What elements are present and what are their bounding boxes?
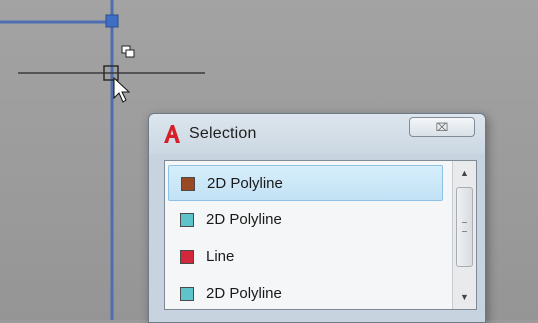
- scroll-down-icon[interactable]: ▼: [456, 289, 473, 305]
- list-item-label: 2D Polyline: [207, 175, 283, 192]
- color-swatch: [181, 177, 195, 191]
- dialog-title: Selection: [189, 125, 257, 142]
- list-item[interactable]: Line: [168, 239, 443, 275]
- list-item[interactable]: 2D Polyline: [168, 276, 443, 309]
- list-item[interactable]: 2D Polyline: [168, 165, 443, 201]
- scroll-up-icon[interactable]: ▲: [456, 165, 473, 181]
- color-swatch: [180, 250, 194, 264]
- close-button[interactable]: ⌧: [409, 117, 475, 137]
- list-item-label: 2D Polyline: [206, 285, 282, 302]
- scroll-thumb[interactable]: [456, 187, 473, 267]
- color-swatch: [180, 287, 194, 301]
- list-item-label: Line: [206, 248, 235, 265]
- mouse-cursor-icon: [113, 76, 131, 103]
- selection-cycling-badge-icon: [121, 45, 135, 58]
- list-item[interactable]: 2D Polyline: [168, 202, 443, 238]
- dialog-titlebar[interactable]: Selection ⌧: [149, 114, 485, 154]
- close-icon: ⌧: [435, 122, 449, 134]
- list-item-label: 2D Polyline: [206, 211, 282, 228]
- vertical-scrollbar[interactable]: ▲ ▼: [452, 161, 476, 309]
- autocad-a-icon: [164, 125, 180, 143]
- selection-dialog: Selection ⌧ 2D Polyline 2D Polyline Line…: [148, 113, 486, 323]
- selection-list[interactable]: 2D Polyline 2D Polyline Line 2D Polyline…: [164, 160, 477, 310]
- color-swatch: [180, 213, 194, 227]
- grip-endpoint[interactable]: [105, 14, 119, 28]
